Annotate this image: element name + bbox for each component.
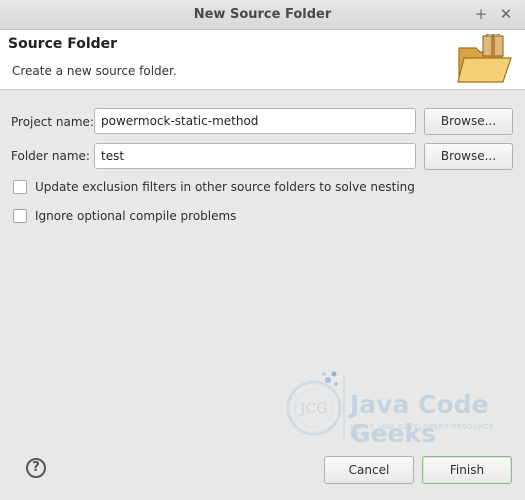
update-exclusion-label[interactable]: Update exclusion filters in other source… xyxy=(35,180,415,194)
ignore-optional-checkbox[interactable] xyxy=(13,209,27,223)
project-browse-button[interactable]: Browse... xyxy=(424,108,513,135)
watermark-logo-text: JCG xyxy=(298,401,328,417)
folder-name-label: Folder name: xyxy=(11,149,90,163)
help-icon[interactable]: ? xyxy=(26,458,46,478)
dialog-banner: Source Folder Create a new source folder… xyxy=(0,30,525,90)
finish-button[interactable]: Finish xyxy=(422,456,512,484)
ignore-optional-label[interactable]: Ignore optional compile problems xyxy=(35,209,236,223)
project-name-input[interactable] xyxy=(94,108,416,134)
title-bar: New Source Folder + ✕ xyxy=(0,0,525,30)
close-icon[interactable]: ✕ xyxy=(497,5,515,23)
watermark-tagline: JAVA 2 JAVA DEVELOPERS RESOURCE CENTER xyxy=(350,423,495,439)
folder-package-icon xyxy=(457,34,512,83)
update-exclusion-checkbox[interactable] xyxy=(13,180,27,194)
plus-icon[interactable]: + xyxy=(472,5,490,23)
watermark-brand: Java Code Geeks xyxy=(350,390,489,448)
folder-browse-button[interactable]: Browse... xyxy=(424,143,513,170)
window-title: New Source Folder xyxy=(193,7,332,22)
folder-name-input[interactable] xyxy=(94,143,416,169)
cancel-button[interactable]: Cancel xyxy=(324,456,414,484)
banner-description: Create a new source folder. xyxy=(12,64,177,78)
banner-heading: Source Folder xyxy=(8,36,118,52)
project-name-label: Project name: xyxy=(11,115,94,129)
